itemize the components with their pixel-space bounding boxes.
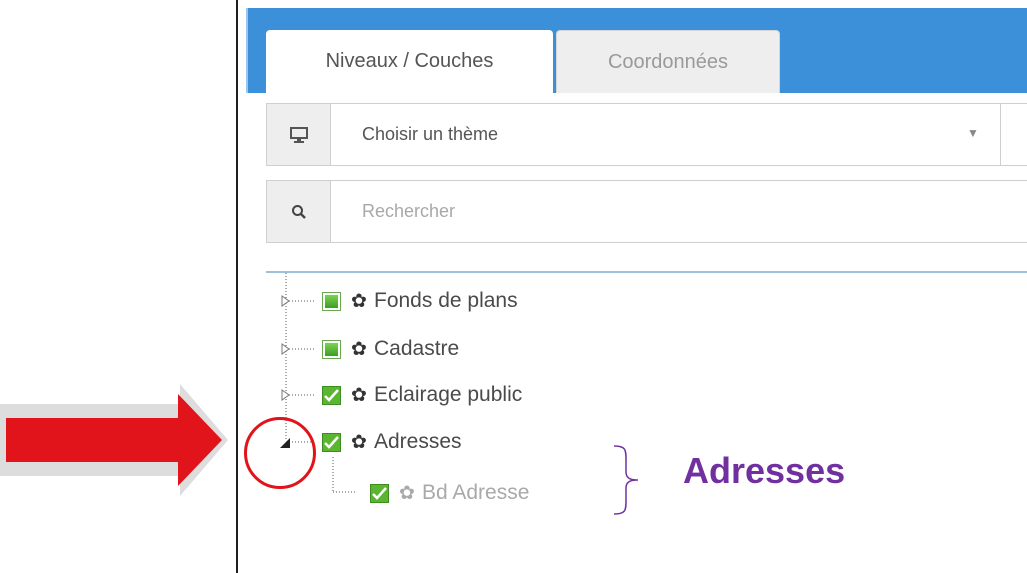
annotation-label: Adresses <box>683 450 846 491</box>
theme-select-placeholder: Choisir un thème <box>362 124 499 144</box>
tree-item-label: Eclairage public <box>374 383 523 406</box>
tree-item-eclairage-public[interactable]: ✿ Eclairage public <box>322 378 522 412</box>
tree-item-fonds-de-plans[interactable]: ✿ Fonds de plans <box>322 284 518 318</box>
tree-item-label: Fonds de plans <box>374 289 518 312</box>
gear-icon[interactable]: ✿ <box>350 338 368 361</box>
highlight-circle <box>244 417 316 489</box>
checkbox-checked[interactable] <box>322 432 341 452</box>
checkbox-partial[interactable] <box>322 291 341 311</box>
gear-icon[interactable]: ✿ <box>398 482 416 505</box>
gear-icon[interactable]: ✿ <box>350 431 368 454</box>
tree-item-bd-adresse[interactable]: ✿ Bd Adresse <box>370 476 529 510</box>
search-icon <box>267 181 331 242</box>
gear-icon[interactable]: ✿ <box>350 290 368 313</box>
checkbox-checked[interactable] <box>370 483 389 503</box>
tab-layers[interactable]: Niveaux / Couches <box>266 30 553 93</box>
tree-item-adresses[interactable]: ✿ Adresses <box>322 425 462 459</box>
divider <box>266 271 1027 273</box>
tree-item-cadastre[interactable]: ✿ Cadastre <box>322 332 459 366</box>
gear-icon[interactable]: ✿ <box>350 384 368 407</box>
checkbox-checked[interactable] <box>322 385 341 405</box>
search-input[interactable]: Rechercher <box>362 181 455 242</box>
search-field[interactable]: Rechercher <box>266 180 1027 243</box>
chevron-down-icon[interactable]: ▼ <box>967 126 979 140</box>
checkbox-partial[interactable] <box>322 339 341 359</box>
tab-coordinates[interactable]: Coordonnées <box>556 30 780 93</box>
annotation-arrow <box>0 384 228 496</box>
theme-select[interactable]: Choisir un thème ▼ <box>266 103 1027 166</box>
brace-annotation <box>613 445 639 515</box>
monitor-icon <box>267 104 331 165</box>
tree-item-label: Adresses <box>374 430 462 453</box>
tree-item-label: Cadastre <box>374 337 460 360</box>
tree-item-label: Bd Adresse <box>422 481 530 504</box>
